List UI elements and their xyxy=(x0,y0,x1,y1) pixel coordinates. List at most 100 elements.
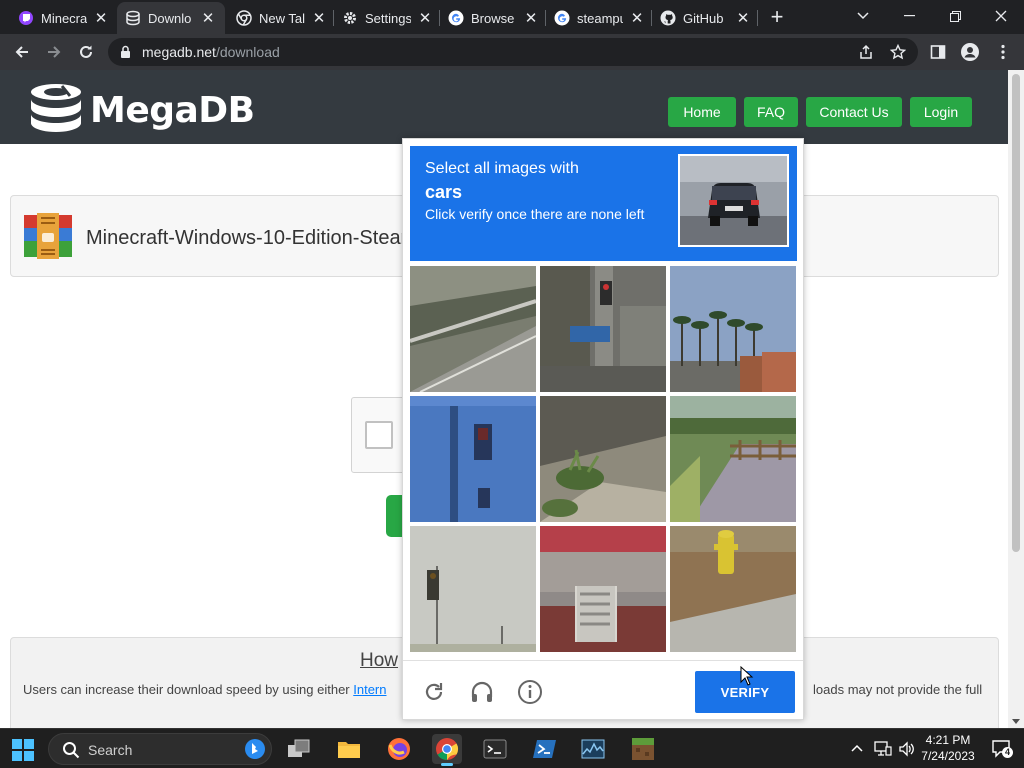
file-name: Minecraft-Windows-10-Edition-SteamP xyxy=(86,227,431,249)
google-icon xyxy=(448,10,464,26)
tab-title: Minecra xyxy=(41,10,87,26)
challenge-tile-5[interactable] xyxy=(540,396,666,522)
chrome-icon xyxy=(236,10,252,26)
scrollbar-thumb[interactable] xyxy=(1012,74,1020,552)
page-scrollbar[interactable] xyxy=(1008,70,1024,728)
taskbar-clock[interactable]: 4:21 PM 7/24/2023 xyxy=(912,732,984,764)
chrome-taskbar-icon[interactable] xyxy=(432,734,462,766)
url-path: /download xyxy=(215,44,280,60)
tab-title: New Tal xyxy=(259,10,305,26)
settings-gear-icon xyxy=(342,10,358,26)
tab-settings[interactable]: Settings ✕ xyxy=(334,4,441,32)
new-tab-button[interactable]: + xyxy=(766,6,788,28)
lock-icon[interactable] xyxy=(120,45,131,64)
close-window-icon[interactable] xyxy=(978,0,1024,32)
close-tab-icon[interactable]: ✕ xyxy=(311,10,327,27)
clock-time: 4:21 PM xyxy=(925,733,971,747)
winrar-archive-icon xyxy=(24,213,72,259)
google-icon xyxy=(554,10,570,26)
megadb-logo[interactable]: MegaDB xyxy=(28,82,255,138)
nav-login-button[interactable]: Login xyxy=(910,97,972,127)
challenge-tile-7[interactable] xyxy=(410,526,536,652)
taskbar-search-box[interactable]: Search xyxy=(48,733,272,765)
megadb-icon xyxy=(125,10,141,26)
info-link[interactable]: Intern xyxy=(353,682,386,697)
tab-separator xyxy=(333,10,334,26)
challenge-tile-9[interactable] xyxy=(670,526,796,652)
close-tab-icon[interactable]: ✕ xyxy=(417,10,433,27)
minecraft-icon[interactable] xyxy=(628,734,658,764)
challenge-tile-4[interactable] xyxy=(410,396,536,522)
nav-contact-button[interactable]: Contact Us xyxy=(806,97,902,127)
tab-title: Browse xyxy=(471,10,515,26)
tab-new-tab[interactable]: New Tal ✕ xyxy=(228,4,335,32)
close-tab-icon[interactable]: ✕ xyxy=(629,10,645,27)
search-icon xyxy=(63,742,80,759)
captcha-checkbox[interactable] xyxy=(365,421,393,449)
file-explorer-icon[interactable] xyxy=(334,734,364,764)
terminal-icon[interactable] xyxy=(480,734,510,764)
firefox-icon[interactable] xyxy=(384,734,414,764)
bookmark-star-icon[interactable] xyxy=(888,42,908,62)
tab-minecraft[interactable]: Minecra ✕ xyxy=(10,4,117,32)
restore-icon[interactable] xyxy=(932,0,978,32)
tab-download[interactable]: Downlo ✕ xyxy=(117,2,225,34)
tab-separator xyxy=(439,10,440,26)
profile-avatar-icon[interactable] xyxy=(960,42,980,62)
challenge-tile-3[interactable] xyxy=(670,266,796,392)
refresh-challenge-icon[interactable] xyxy=(420,678,448,706)
address-bar[interactable]: megadb.net/download xyxy=(108,38,918,66)
bing-icon[interactable] xyxy=(245,739,265,759)
task-view-icon[interactable] xyxy=(284,734,314,764)
close-tab-icon[interactable]: ✕ xyxy=(735,10,751,27)
tab-search-dropdown-icon[interactable] xyxy=(840,0,886,32)
tab-steampu[interactable]: steampu ✕ xyxy=(546,4,653,32)
info-icon[interactable] xyxy=(516,678,544,706)
notifications-icon[interactable]: 4 xyxy=(992,740,1013,758)
active-app-indicator xyxy=(441,763,453,766)
windows-start-icon[interactable] xyxy=(12,739,34,761)
database-logo-icon xyxy=(31,84,81,132)
tab-title: steampu xyxy=(577,10,623,26)
challenge-instruction: Select all images with xyxy=(425,160,579,177)
captcha-challenge-popup: Select all images with cars Click verify… xyxy=(402,138,804,720)
logo-text: MegaDB xyxy=(90,89,255,131)
resource-monitor-icon[interactable] xyxy=(578,734,608,764)
challenge-subinstruction: Click verify once there are none left xyxy=(425,206,645,222)
network-display-icon[interactable] xyxy=(874,741,892,762)
tab-browse[interactable]: Browse ✕ xyxy=(440,4,547,32)
reload-icon[interactable] xyxy=(74,40,98,64)
challenge-tile-1[interactable] xyxy=(410,266,536,392)
close-tab-icon[interactable]: ✕ xyxy=(200,10,216,27)
show-hidden-icons-chevron-icon[interactable] xyxy=(850,741,864,760)
challenge-tile-6[interactable] xyxy=(670,396,796,522)
minimize-icon[interactable] xyxy=(886,0,932,32)
back-arrow-icon[interactable] xyxy=(10,40,34,64)
side-panel-icon[interactable] xyxy=(928,42,948,62)
challenge-image-grid xyxy=(410,266,797,653)
twitch-icon xyxy=(18,10,34,26)
windows-taskbar: Search 4:21 PM 7/24/2023 4 xyxy=(0,728,1024,768)
audio-challenge-headphones-icon[interactable] xyxy=(468,678,496,706)
challenge-tile-8[interactable] xyxy=(540,526,666,652)
close-tab-icon[interactable]: ✕ xyxy=(523,10,539,27)
nav-home-button[interactable]: Home xyxy=(668,97,736,127)
nav-faq-button[interactable]: FAQ xyxy=(744,97,798,127)
scroll-down-arrow-icon[interactable] xyxy=(1012,719,1020,724)
mouse-cursor-icon xyxy=(740,666,754,686)
challenge-tile-2[interactable] xyxy=(540,266,666,392)
tab-separator xyxy=(545,10,546,26)
challenge-header: Select all images with cars Click verify… xyxy=(410,146,797,261)
tab-separator xyxy=(651,10,652,26)
tab-separator xyxy=(757,10,758,26)
notification-count-badge: 4 xyxy=(1002,747,1013,758)
info-text-end: loads may not provide the full xyxy=(813,682,983,697)
close-tab-icon[interactable]: ✕ xyxy=(93,10,109,27)
tab-github[interactable]: GitHub ✕ xyxy=(652,4,759,32)
url-text: megadb.net/download xyxy=(142,44,280,60)
forward-arrow-icon[interactable] xyxy=(42,40,66,64)
challenge-sample-image xyxy=(678,154,789,247)
more-menu-icon[interactable] xyxy=(993,42,1013,62)
powershell-icon[interactable] xyxy=(530,734,560,764)
share-icon[interactable] xyxy=(856,42,876,62)
